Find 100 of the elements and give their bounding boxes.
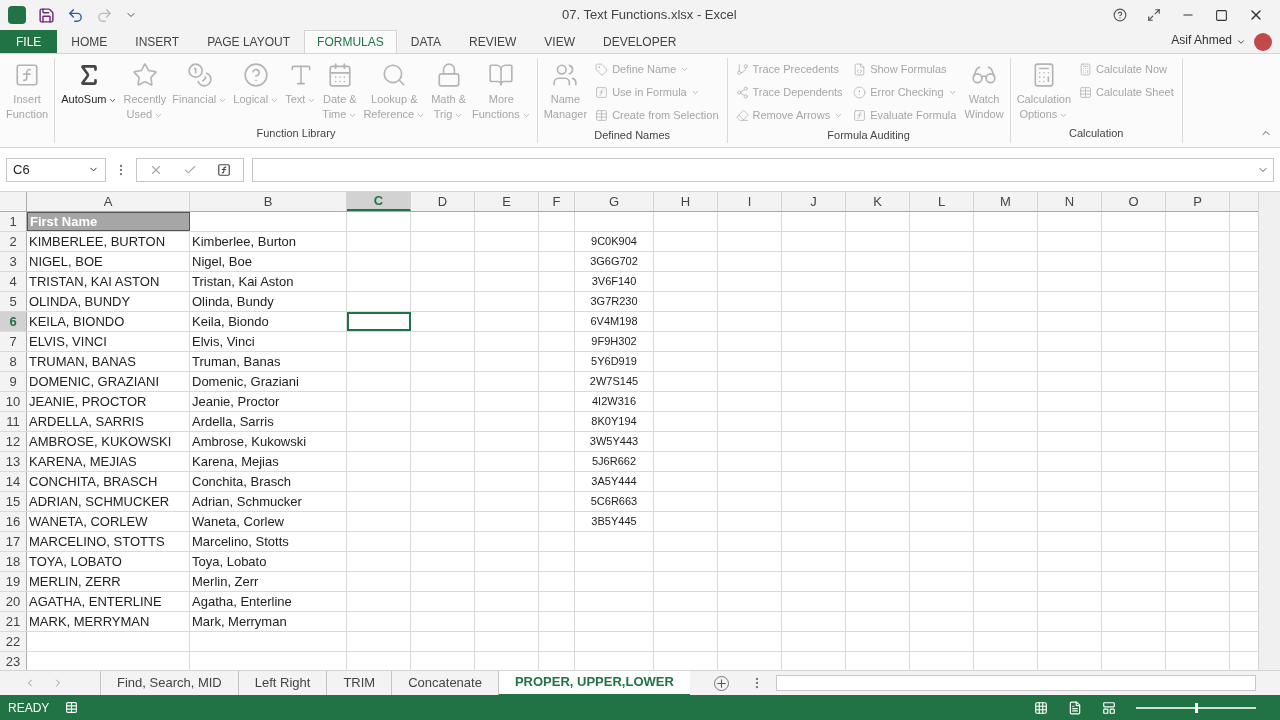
ribbon-button[interactable]: AutoSum	[59, 58, 120, 107]
column-header[interactable]: L	[910, 192, 974, 211]
status-mode: READY	[8, 699, 50, 717]
normal-view-icon[interactable]	[1034, 700, 1048, 715]
window-title: 07. Text Functions.xlsx - Excel	[562, 6, 737, 25]
table-cell: ARDELLA, SARRIS	[27, 412, 190, 431]
ribbon-display-icon[interactable]	[1147, 8, 1161, 22]
row-header[interactable]: 4	[0, 272, 27, 291]
horizontal-scrollbar[interactable]	[776, 675, 1256, 691]
table-cell: ADRIAN, SCHMUCKER	[27, 492, 190, 511]
ribbon-tab[interactable]: REVIEW	[455, 30, 531, 53]
row-header[interactable]: 8	[0, 352, 27, 371]
column-header[interactable]: O	[1102, 192, 1166, 211]
row-header[interactable]: 13	[0, 452, 27, 471]
row-header[interactable]: 5	[0, 292, 27, 311]
undo-icon[interactable]	[67, 6, 84, 24]
column-header[interactable]: I	[718, 192, 782, 211]
row-header[interactable]: 22	[0, 632, 27, 651]
column-header[interactable]: A	[27, 192, 190, 211]
table-cell: 3G6G702	[575, 252, 654, 271]
ribbon-tab[interactable]: VIEW	[530, 30, 589, 53]
table-cell: 6V4M198	[575, 312, 654, 331]
star-icon	[131, 62, 158, 88]
table-cell: WANETA, CORLEW	[27, 512, 190, 531]
name-box[interactable]: C6	[6, 157, 106, 182]
table-cell: OLINDA, BUNDY	[27, 292, 190, 311]
table-cell: Mark, Merryman	[190, 612, 347, 631]
ribbon-tab[interactable]: PAGE LAYOUT	[193, 30, 305, 53]
table-cell: Keila, Biondo	[190, 312, 347, 331]
table-cell: ELVIS, VINCI	[27, 332, 190, 351]
row-header[interactable]: 15	[0, 492, 27, 511]
column-header[interactable]: D	[411, 192, 475, 211]
column-header[interactable]: H	[654, 192, 718, 211]
ribbon-tab[interactable]: DATA	[396, 30, 455, 53]
table-cell: Toya, Lobato	[190, 552, 347, 571]
zoom-slider-thumb[interactable]	[1195, 702, 1198, 713]
page-break-icon[interactable]	[1102, 700, 1116, 715]
row-header[interactable]: 2	[0, 232, 27, 251]
row-header[interactable]: 11	[0, 412, 27, 431]
table-cell: Truman, Banas	[190, 352, 347, 371]
row-header[interactable]: 18	[0, 552, 27, 571]
table-cell: 5C6R663	[575, 492, 654, 511]
user-name: Asif Ahmed	[1171, 32, 1232, 49]
insert-function-icon[interactable]	[217, 162, 231, 177]
table-cell: 3V6F140	[575, 272, 654, 291]
table-cell: DOMENIC, GRAZIANI	[27, 372, 190, 391]
save-icon[interactable]	[38, 6, 55, 24]
calendar-icon	[326, 62, 353, 88]
sheet-tab[interactable]: PROPER, UPPER,LOWER	[497, 670, 690, 696]
column-header[interactable]: F	[539, 192, 575, 211]
help-icon[interactable]	[1113, 8, 1127, 22]
row-header[interactable]: 19	[0, 572, 27, 591]
column-header[interactable]: P	[1166, 192, 1230, 211]
table-cell: 3A5Y444	[575, 472, 654, 491]
column-header[interactable]: J	[782, 192, 846, 211]
table-cell: TRUMAN, BANAS	[27, 352, 190, 371]
row-header[interactable]: 3	[0, 252, 27, 271]
row-header[interactable]: 23	[0, 652, 27, 670]
ribbon-tab[interactable]: FILE	[0, 30, 58, 53]
table-cell: Karena, Mejias	[190, 452, 347, 471]
formula-input[interactable]	[252, 157, 1274, 182]
page-layout-icon[interactable]	[1068, 700, 1082, 715]
row-header[interactable]: 1	[0, 212, 27, 231]
ribbon-tab[interactable]: HOME	[57, 30, 122, 53]
zoom-slider-track[interactable]	[1136, 706, 1256, 709]
eraser-icon	[735, 109, 749, 122]
caret-icon	[834, 111, 844, 120]
table-cell: First Name	[27, 212, 190, 231]
maximize-icon[interactable]	[1215, 8, 1228, 22]
table-cell: Conchita, Brasch	[190, 472, 347, 491]
table-cell: 9C0K904	[575, 232, 654, 251]
row-header[interactable]: 20	[0, 592, 27, 611]
trace-icon	[735, 63, 749, 76]
ribbon-tab[interactable]: FORMULAS	[304, 30, 397, 53]
row-header[interactable]: 14	[0, 472, 27, 491]
row-header[interactable]: 16	[0, 512, 27, 531]
ribbon-tab[interactable]: INSERT	[121, 30, 194, 53]
column-header[interactable]: K	[846, 192, 910, 211]
table-cell: MERLIN, ZERR	[27, 572, 190, 591]
column-header[interactable]: E	[475, 192, 539, 211]
table-cell: Ambrose, Kukowski	[190, 432, 347, 451]
table-cell: 8K0Y194	[575, 412, 654, 431]
row-header[interactable]: 10	[0, 392, 27, 411]
column-header[interactable]: N	[1038, 192, 1102, 211]
row-header[interactable]: 7	[0, 332, 27, 351]
function-icon	[14, 62, 41, 88]
table-cell: 3B5Y445	[575, 512, 654, 531]
column-header[interactable]: M	[974, 192, 1038, 211]
row-header[interactable]: 17	[0, 532, 27, 551]
column-header[interactable]: C	[347, 192, 411, 211]
table-cell: Ardella, Sarris	[190, 412, 347, 431]
column-header[interactable]: G	[575, 192, 654, 211]
caret-icon	[1236, 37, 1246, 47]
row-header[interactable]: 9	[0, 372, 27, 391]
row-header[interactable]: 12	[0, 432, 27, 451]
ribbon-tab[interactable]: DEVELOPER	[589, 30, 691, 53]
row-header[interactable]: 21	[0, 612, 27, 631]
table-cell: MARCELINO, STOTTS	[27, 532, 190, 551]
row-header[interactable]: 6	[0, 312, 27, 331]
table-cell: Kimberlee, Burton	[190, 232, 347, 251]
